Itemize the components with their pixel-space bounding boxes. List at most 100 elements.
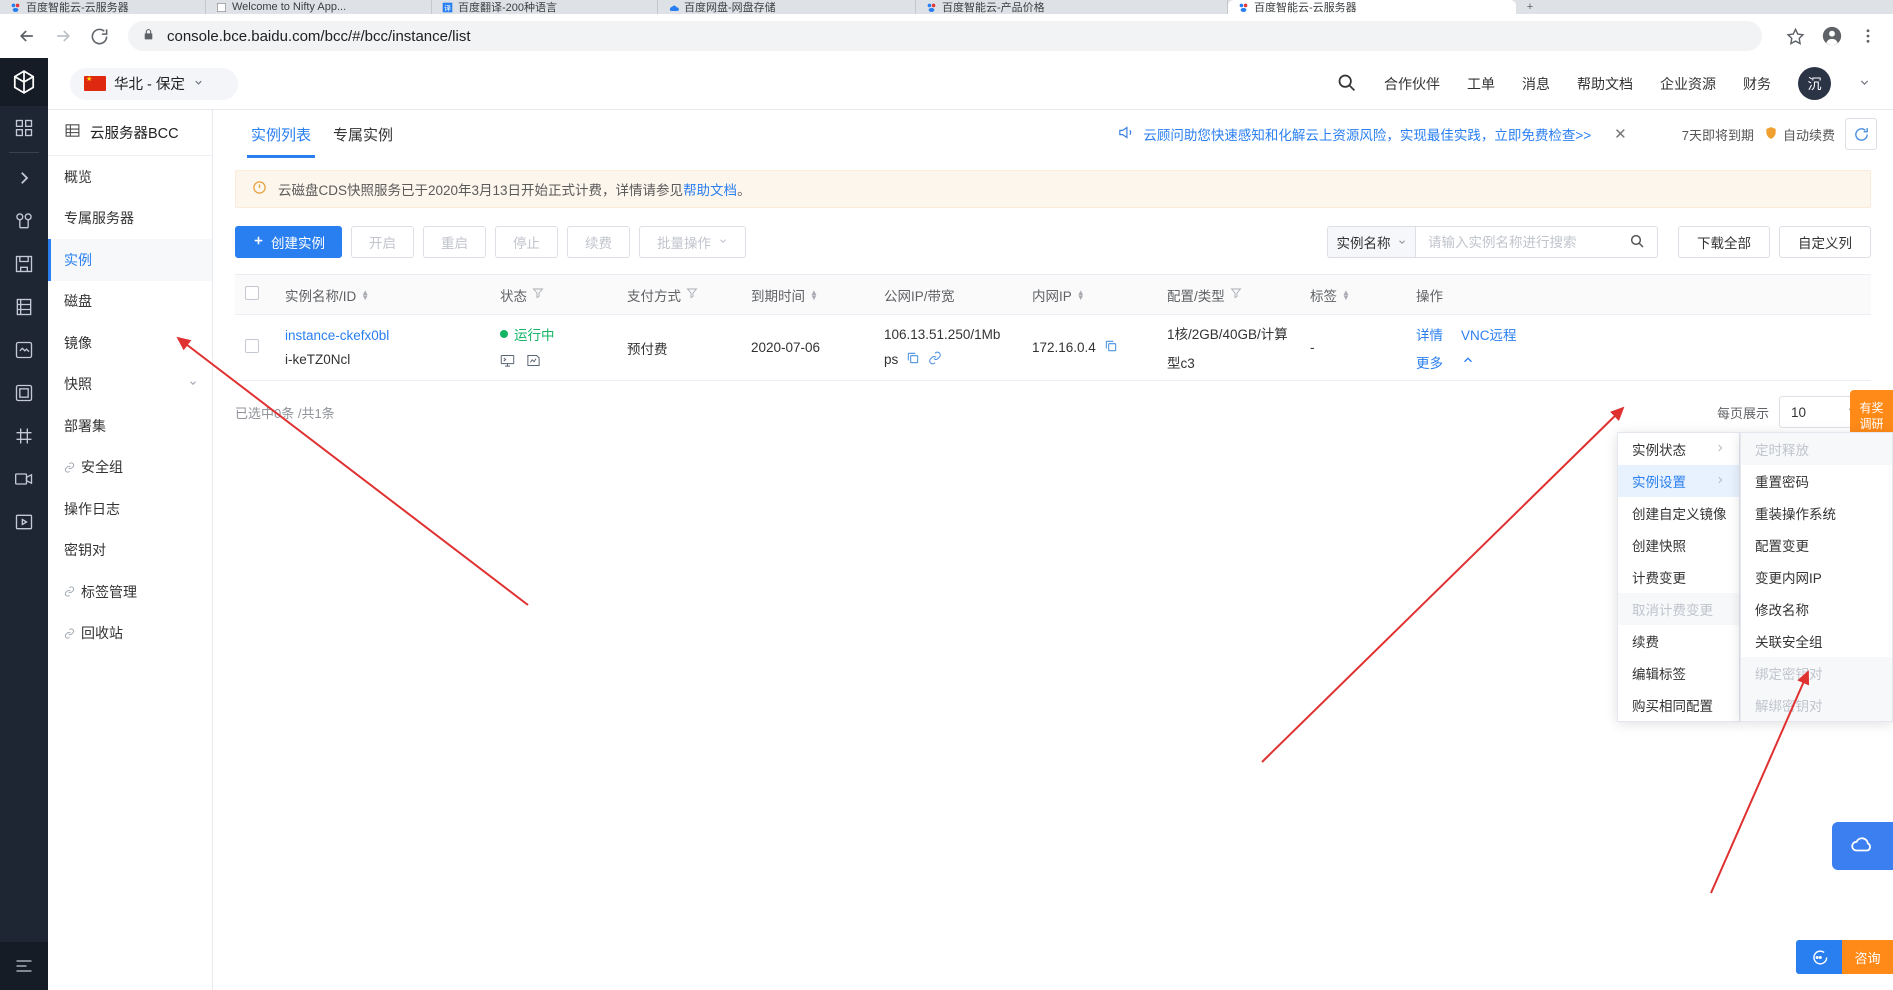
menu-item-create-custom-image[interactable]: 创建自定义镜像 [1618, 497, 1739, 529]
sidebar-item-overview[interactable]: 概览 [48, 156, 212, 198]
search-field-select[interactable]: 实例名称 [1327, 226, 1415, 258]
tab-instance-list[interactable]: 实例列表 [246, 110, 316, 158]
sidebar-item-security-group[interactable]: 安全组 [48, 447, 212, 489]
kebab-menu-icon[interactable] [1859, 27, 1877, 45]
menu-item-instance-settings[interactable]: 实例设置 [1618, 465, 1739, 497]
list-bottom-icon[interactable] [0, 942, 48, 990]
grid-icon[interactable] [0, 414, 48, 457]
browser-tab[interactable]: Welcome to Nifty App... [206, 0, 432, 14]
submenu-item-associate-security-group[interactable]: 关联安全组 [1741, 625, 1892, 657]
browser-tab-active[interactable]: 百度智能云-云服务器 [1228, 0, 1516, 14]
expand-chevron-icon[interactable] [0, 156, 48, 199]
sidebar-item-operation-log[interactable]: 操作日志 [48, 488, 212, 530]
monitor-chart-icon[interactable] [526, 353, 541, 371]
sort-icon[interactable]: ▲ ▼ [361, 288, 369, 301]
tab-dedicated-instance[interactable]: 专属实例 [333, 110, 393, 158]
renew-button[interactable]: 续费 [567, 226, 630, 258]
link-icon[interactable] [928, 351, 942, 368]
topbar-item-tickets[interactable]: 工单 [1467, 74, 1495, 94]
op-detail-link[interactable]: 详情 [1416, 324, 1443, 344]
sort-icon[interactable]: ▲ ▼ [1342, 288, 1350, 301]
topbar-item-partners[interactable]: 合作伙伴 [1384, 74, 1440, 94]
sidebar-item-dedicated-server[interactable]: 专属服务器 [48, 198, 212, 240]
select-all-checkbox[interactable] [245, 286, 259, 300]
topbar-item-finance[interactable]: 财务 [1743, 74, 1771, 94]
submenu-item-change-config[interactable]: 配置变更 [1741, 529, 1892, 561]
video-icon[interactable] [0, 457, 48, 500]
topbar-item-help-docs[interactable]: 帮助文档 [1577, 74, 1633, 94]
apps-grid-icon[interactable] [0, 106, 48, 149]
submenu-item-change-private-ip[interactable]: 变更内网IP [1741, 561, 1892, 593]
profile-icon[interactable] [1821, 25, 1843, 47]
region-selector[interactable]: 华北 - 保定 [70, 67, 238, 100]
search-input[interactable] [1428, 234, 1629, 250]
menu-item-edit-tag[interactable]: 编辑标签 [1618, 657, 1739, 689]
sidebar-item-keypair[interactable]: 密钥对 [48, 530, 212, 572]
instance-name-link[interactable]: instance-ckefx0bl [285, 328, 480, 343]
browser-tab[interactable]: 百度智能云-产品价格 [916, 0, 1228, 14]
server-icon[interactable] [0, 285, 48, 328]
search-icon[interactable] [1629, 233, 1645, 252]
filter-icon[interactable] [532, 287, 544, 302]
browser-tab[interactable]: 译 百度翻译-200种语言 [432, 0, 658, 14]
star-icon[interactable] [1786, 27, 1805, 46]
filter-icon[interactable] [686, 287, 698, 302]
new-tab-button[interactable]: + [1516, 0, 1544, 14]
chevron-down-icon[interactable] [1858, 76, 1871, 92]
cube-logo-icon[interactable] [0, 58, 48, 106]
sidebar-item-image[interactable]: 镜像 [48, 322, 212, 364]
menu-item-renew[interactable]: 续费 [1618, 625, 1739, 657]
submenu-item-reinstall-os[interactable]: 重装操作系统 [1741, 497, 1892, 529]
row-checkbox[interactable] [245, 339, 259, 353]
promo-text[interactable]: 云顾问助您快速感知和化解云上资源风险，实现最佳实践，立即免费检查>> [1143, 124, 1591, 144]
search-icon[interactable] [1336, 72, 1357, 96]
custom-columns-button[interactable]: 自定义列 [1779, 226, 1871, 258]
topbar-item-enterprise-resources[interactable]: 企业资源 [1660, 74, 1716, 94]
op-more-link[interactable]: 更多 [1416, 352, 1443, 372]
sort-icon[interactable]: ▲ ▼ [810, 288, 818, 301]
sidebar-item-deployment-set[interactable]: 部署集 [48, 405, 212, 447]
alert-help-link[interactable]: 帮助文档 [683, 183, 737, 198]
sort-icon[interactable]: ▲ ▼ [1077, 288, 1085, 301]
image-icon[interactable] [0, 328, 48, 371]
filter-icon[interactable] [1230, 287, 1242, 302]
restart-button[interactable]: 重启 [423, 226, 486, 258]
chat-icon[interactable] [1796, 940, 1842, 974]
menu-item-create-snapshot[interactable]: 创建快照 [1618, 529, 1739, 561]
reload-icon[interactable] [88, 25, 110, 47]
op-vnc-link[interactable]: VNC远程 [1461, 324, 1517, 344]
monitor-icon[interactable] [0, 371, 48, 414]
menu-item-billing-change[interactable]: 计费变更 [1618, 561, 1739, 593]
network-icon[interactable] [0, 199, 48, 242]
auto-renew[interactable]: 自动续费 [1764, 125, 1835, 144]
stop-button[interactable]: 停止 [495, 226, 558, 258]
menu-item-instance-status[interactable]: 实例状态 [1618, 433, 1739, 465]
consult-button[interactable]: 咨询 [1842, 940, 1893, 974]
menu-item-buy-same-config[interactable]: 购买相同配置 [1618, 689, 1739, 721]
sidebar-item-snapshot[interactable]: 快照 [48, 364, 212, 406]
sidebar-item-tag-management[interactable]: 标签管理 [48, 571, 212, 613]
storage-icon[interactable] [0, 242, 48, 285]
submenu-item-reset-password[interactable]: 重置密码 [1741, 465, 1892, 497]
browser-tab[interactable]: 百度网盘-网盘存储 [658, 0, 916, 14]
copy-icon[interactable] [1104, 339, 1118, 356]
chevron-up-icon[interactable] [1461, 353, 1475, 370]
sidebar-item-recycle-bin[interactable]: 回收站 [48, 613, 212, 655]
batch-operation-button[interactable]: 批量操作 [639, 226, 746, 258]
avatar[interactable]: 沉 [1798, 67, 1831, 100]
media-play-icon[interactable] [0, 500, 48, 543]
copy-icon[interactable] [906, 351, 920, 368]
terminal-icon[interactable] [500, 353, 515, 371]
start-button[interactable]: 开启 [351, 226, 414, 258]
cloud-service-floating-button[interactable] [1832, 822, 1893, 870]
refresh-icon[interactable] [1845, 118, 1877, 150]
address-bar[interactable]: console.bce.baidu.com/bcc/#/bcc/instance… [128, 21, 1762, 51]
browser-tab[interactable]: 百度智能云-云服务器 [0, 0, 206, 14]
submenu-item-rename[interactable]: 修改名称 [1741, 593, 1892, 625]
create-instance-button[interactable]: 创建实例 [235, 226, 342, 258]
close-icon[interactable]: ✕ [1614, 125, 1627, 143]
sidebar-item-disk[interactable]: 磁盘 [48, 281, 212, 323]
sidebar-item-instance[interactable]: 实例 [48, 239, 212, 281]
back-arrow-icon[interactable] [16, 25, 38, 47]
download-all-button[interactable]: 下载全部 [1678, 226, 1770, 258]
